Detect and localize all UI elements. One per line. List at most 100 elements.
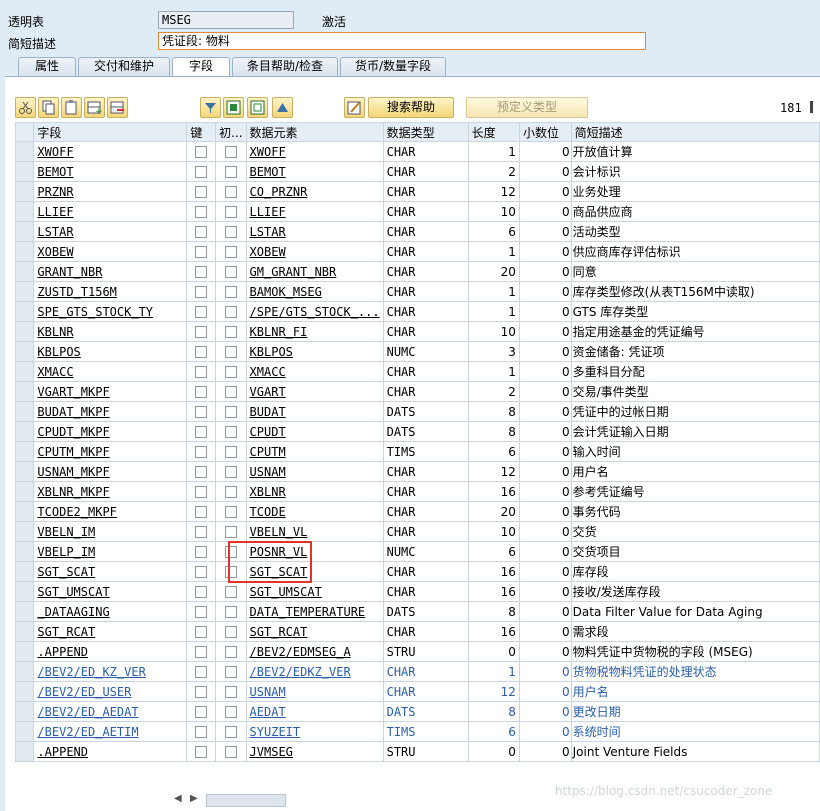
row-selector[interactable] bbox=[14, 161, 35, 182]
table-name-field[interactable]: MSEG bbox=[158, 11, 294, 29]
data-type-cell[interactable]: CHAR bbox=[382, 301, 469, 322]
key-checkbox[interactable] bbox=[186, 621, 217, 642]
key-checkbox[interactable] bbox=[186, 201, 217, 222]
decimals-cell[interactable]: 0 bbox=[518, 641, 572, 662]
data-type-cell[interactable]: NUMC bbox=[382, 341, 469, 362]
col-header-initial[interactable]: 初... bbox=[215, 122, 247, 142]
data-element-cell[interactable]: BEMOT bbox=[245, 161, 384, 182]
key-checkbox[interactable] bbox=[186, 501, 217, 522]
decimals-cell[interactable]: 0 bbox=[518, 481, 572, 502]
length-cell[interactable]: 12 bbox=[467, 681, 520, 702]
initial-checkbox[interactable] bbox=[215, 201, 247, 222]
data-element-cell[interactable]: VGART bbox=[245, 381, 384, 402]
data-element-cell[interactable]: BAMOK_MSEG bbox=[245, 281, 384, 302]
field-name-cell[interactable]: /BEV2/ED_AETIM bbox=[33, 721, 188, 742]
length-cell[interactable]: 1 bbox=[467, 281, 520, 302]
table-row[interactable]: .APPEND JVMSEG STRU 0 0 Joint Venture Fields bbox=[14, 741, 820, 762]
data-type-cell[interactable]: CHAR bbox=[382, 621, 469, 642]
details-button[interactable] bbox=[344, 97, 365, 118]
data-element-cell[interactable]: KBLNR_FI bbox=[245, 321, 384, 342]
tab-fields[interactable]: 字段 bbox=[172, 57, 230, 77]
decimals-cell[interactable]: 0 bbox=[518, 301, 572, 322]
short-desc-cell[interactable]: 事务代码 bbox=[570, 501, 820, 522]
short-desc-cell[interactable]: 库存类型修改(从表T156M中读取) bbox=[570, 281, 820, 302]
data-element-cell[interactable]: USNAM bbox=[245, 461, 384, 482]
decimals-cell[interactable]: 0 bbox=[518, 581, 572, 602]
short-desc-cell[interactable]: 开放值计算 bbox=[570, 141, 820, 162]
table-row[interactable]: _DATAAGING DATA_TEMPERATURE DATS 8 0 Data Fil… bbox=[14, 601, 820, 622]
initial-checkbox[interactable] bbox=[215, 221, 247, 242]
length-cell[interactable]: 8 bbox=[467, 701, 520, 722]
select-all-button[interactable] bbox=[223, 97, 244, 118]
short-desc-field[interactable]: 凭证段: 物料 bbox=[158, 32, 646, 50]
decimals-cell[interactable]: 0 bbox=[518, 621, 572, 642]
decimals-cell[interactable]: 0 bbox=[518, 601, 572, 622]
initial-checkbox[interactable] bbox=[215, 741, 247, 762]
field-name-cell[interactable]: /BEV2/ED_KZ_VER bbox=[33, 661, 188, 682]
row-selector[interactable] bbox=[14, 501, 35, 522]
row-selector[interactable] bbox=[14, 521, 35, 542]
field-name-cell[interactable]: VGART_MKPF bbox=[33, 381, 188, 402]
data-type-cell[interactable]: CHAR bbox=[382, 661, 469, 682]
decimals-cell[interactable]: 0 bbox=[518, 141, 572, 162]
length-cell[interactable]: 0 bbox=[467, 741, 520, 762]
data-element-cell[interactable]: TCODE bbox=[245, 501, 384, 522]
initial-checkbox[interactable] bbox=[215, 681, 247, 702]
data-element-cell[interactable]: KBLPOS bbox=[245, 341, 384, 362]
short-desc-cell[interactable]: 需求段 bbox=[570, 621, 820, 642]
decimals-cell[interactable]: 0 bbox=[518, 721, 572, 742]
table-row[interactable]: /BEV2/ED_AETIM SYUZEIT TIMS 6 0 系统时间 bbox=[14, 721, 820, 742]
key-checkbox[interactable] bbox=[186, 441, 217, 462]
data-type-cell[interactable]: CHAR bbox=[382, 361, 469, 382]
data-type-cell[interactable]: CHAR bbox=[382, 161, 469, 182]
decimals-cell[interactable]: 0 bbox=[518, 181, 572, 202]
length-cell[interactable]: 6 bbox=[467, 441, 520, 462]
row-selector[interactable] bbox=[14, 141, 35, 162]
length-cell[interactable]: 12 bbox=[467, 181, 520, 202]
scroll-left-icon[interactable]: ◀ bbox=[174, 793, 182, 804]
decimals-cell[interactable]: 0 bbox=[518, 321, 572, 342]
initial-checkbox[interactable] bbox=[215, 601, 247, 622]
data-type-cell[interactable]: DATS bbox=[382, 401, 469, 422]
row-selector[interactable] bbox=[14, 421, 35, 442]
data-element-cell[interactable]: SGT_UMSCAT bbox=[245, 581, 384, 602]
initial-checkbox[interactable] bbox=[215, 361, 247, 382]
data-type-cell[interactable]: CHAR bbox=[382, 181, 469, 202]
initial-checkbox[interactable] bbox=[215, 561, 247, 582]
initial-checkbox[interactable] bbox=[215, 581, 247, 602]
table-row[interactable]: GRANT_NBR GM_GRANT_NBR CHAR 20 0 同意 bbox=[14, 261, 820, 282]
decimals-cell[interactable]: 0 bbox=[518, 201, 572, 222]
short-desc-cell[interactable]: Joint Venture Fields bbox=[570, 741, 820, 762]
row-selector[interactable] bbox=[14, 361, 35, 382]
table-row[interactable]: ZUSTD_T156M BAMOK_MSEG CHAR 1 0 库存类型修改(从表T156… bbox=[14, 281, 820, 302]
length-cell[interactable]: 8 bbox=[467, 401, 520, 422]
data-element-cell[interactable]: /SPE/GTS_STOCK_... bbox=[245, 301, 384, 322]
key-checkbox[interactable] bbox=[186, 161, 217, 182]
data-element-cell[interactable]: VBELN_VL bbox=[245, 521, 384, 542]
row-selector[interactable] bbox=[14, 221, 35, 242]
table-row[interactable]: /BEV2/ED_USER USNAM CHAR 12 0 用户名 bbox=[14, 681, 820, 702]
short-desc-cell[interactable]: Data Filter Value for Data Aging bbox=[570, 601, 820, 622]
data-type-cell[interactable]: CHAR bbox=[382, 321, 469, 342]
tab-currency-quantity[interactable]: 货币/数量字段 bbox=[340, 57, 446, 76]
short-desc-cell[interactable]: 活动类型 bbox=[570, 221, 820, 242]
field-name-cell[interactable]: VBELP_IM bbox=[33, 541, 188, 562]
tab-attributes[interactable]: 属性 bbox=[18, 57, 76, 76]
table-row[interactable]: /BEV2/ED_KZ_VER/BEV2/EDKZ_VER CHAR 1 0 货物税物料… bbox=[14, 661, 820, 682]
decimals-cell[interactable]: 0 bbox=[518, 341, 572, 362]
short-desc-cell[interactable]: 商品供应商 bbox=[570, 201, 820, 222]
key-checkbox[interactable] bbox=[186, 461, 217, 482]
data-type-cell[interactable]: TIMS bbox=[382, 721, 469, 742]
scroll-right-icon[interactable]: ▶ bbox=[190, 793, 198, 804]
data-type-cell[interactable]: CHAR bbox=[382, 481, 469, 502]
short-desc-cell[interactable]: 交货项目 bbox=[570, 541, 820, 562]
field-name-cell[interactable]: XMACC bbox=[33, 361, 188, 382]
table-row[interactable]: .APPEND/BEV2/EDMSEG_A STRU 0 0 物料凭证中货物税的字段 (… bbox=[14, 641, 820, 662]
key-checkbox[interactable] bbox=[186, 221, 217, 242]
field-name-cell[interactable]: SGT_RCAT bbox=[33, 621, 188, 642]
data-element-cell[interactable]: LLIEF bbox=[245, 201, 384, 222]
decimals-cell[interactable]: 0 bbox=[518, 241, 572, 262]
field-name-cell[interactable]: CPUDT_MKPF bbox=[33, 421, 188, 442]
cut-button[interactable] bbox=[15, 97, 36, 118]
row-selector[interactable] bbox=[14, 561, 35, 582]
